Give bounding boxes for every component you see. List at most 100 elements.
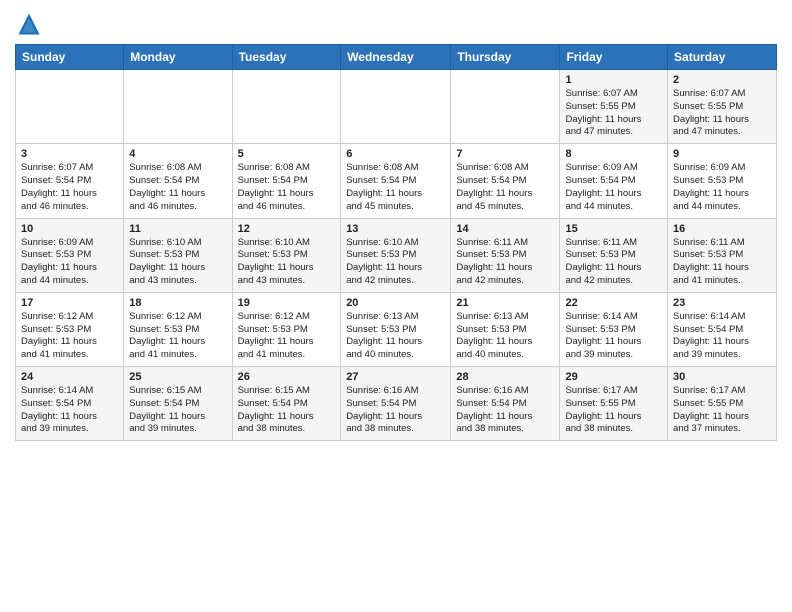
calendar-cell: 22 Sunrise: 6:14 AM Sunset: 5:53 PM Dayli… bbox=[560, 292, 668, 366]
logo-icon bbox=[15, 10, 43, 38]
calendar-cell: 7 Sunrise: 6:08 AM Sunset: 5:54 PM Daylig… bbox=[451, 144, 560, 218]
day-info: Sunrise: 6:15 AM Sunset: 5:54 PM Dayligh… bbox=[238, 385, 336, 436]
calendar-cell: 23Sunrise: 6:14 AM Sunset: 5:54 PM Dayli… bbox=[668, 292, 777, 366]
calendar-cell: 2 Sunrise: 6:07 AM Sunset: 5:55 PM Daylig… bbox=[668, 70, 777, 144]
day-number: 3 bbox=[21, 148, 118, 160]
calendar-cell bbox=[451, 70, 560, 144]
day-info: Sunrise: 6:07 AM Sunset: 5:55 PM Dayligh… bbox=[673, 88, 771, 139]
calendar-cell: 28Sunrise: 6:16 AM Sunset: 5:54 PM Dayli… bbox=[451, 367, 560, 441]
day-info: Sunrise: 6:17 AM Sunset: 5:55 PM Dayligh… bbox=[565, 385, 662, 436]
calendar-cell: 3 Sunrise: 6:07 AM Sunset: 5:54 PM Daylig… bbox=[16, 144, 124, 218]
calendar-week-row: 17 Sunrise: 6:12 AM Sunset: 5:53 PM Dayli… bbox=[16, 292, 777, 366]
calendar-cell: 8 Sunrise: 6:09 AM Sunset: 5:54 PM Daylig… bbox=[560, 144, 668, 218]
calendar-cell: 29 Sunrise: 6:17 AM Sunset: 5:55 PM Dayli… bbox=[560, 367, 668, 441]
day-number: 9 bbox=[673, 148, 771, 160]
calendar-day-header: Thursday bbox=[451, 45, 560, 70]
calendar-cell: 17 Sunrise: 6:12 AM Sunset: 5:53 PM Dayli… bbox=[16, 292, 124, 366]
calendar-header-row: SundayMondayTuesdayWednesdayThursdayFrid… bbox=[16, 45, 777, 70]
day-info: Sunrise: 6:10 AM Sunset: 5:53 PM Dayligh… bbox=[129, 237, 226, 288]
day-number: 24 bbox=[21, 371, 118, 383]
day-info: Sunrise: 6:08 AM Sunset: 5:54 PM Dayligh… bbox=[456, 162, 554, 213]
day-info: Sunrise: 6:07 AM Sunset: 5:54 PM Dayligh… bbox=[21, 162, 118, 213]
day-number: 18 bbox=[129, 297, 226, 309]
day-number: 22 bbox=[565, 297, 662, 309]
calendar-cell bbox=[341, 70, 451, 144]
day-number: 30 bbox=[673, 371, 771, 383]
calendar-cell: 26 Sunrise: 6:15 AM Sunset: 5:54 PM Dayli… bbox=[232, 367, 341, 441]
day-info: Sunrise: 6:12 AM Sunset: 5:53 PM Dayligh… bbox=[21, 311, 118, 362]
page: SundayMondayTuesdayWednesdayThursdayFrid… bbox=[0, 0, 792, 451]
day-number: 21 bbox=[456, 297, 554, 309]
day-number: 10 bbox=[21, 223, 118, 235]
calendar-cell: 21Sunrise: 6:13 AM Sunset: 5:53 PM Dayli… bbox=[451, 292, 560, 366]
calendar-cell: 11 Sunrise: 6:10 AM Sunset: 5:53 PM Dayli… bbox=[124, 218, 232, 292]
day-number: 13 bbox=[346, 223, 445, 235]
day-info: Sunrise: 6:11 AM Sunset: 5:53 PM Dayligh… bbox=[565, 237, 662, 288]
day-number: 12 bbox=[238, 223, 336, 235]
day-info: Sunrise: 6:07 AM Sunset: 5:55 PM Dayligh… bbox=[565, 88, 662, 139]
day-number: 6 bbox=[346, 148, 445, 160]
day-info: Sunrise: 6:09 AM Sunset: 5:53 PM Dayligh… bbox=[673, 162, 771, 213]
calendar-week-row: 1 Sunrise: 6:07 AM Sunset: 5:55 PM Daylig… bbox=[16, 70, 777, 144]
day-number: 1 bbox=[565, 74, 662, 86]
day-number: 26 bbox=[238, 371, 336, 383]
day-number: 27 bbox=[346, 371, 445, 383]
day-number: 20 bbox=[346, 297, 445, 309]
day-number: 2 bbox=[673, 74, 771, 86]
day-info: Sunrise: 6:08 AM Sunset: 5:54 PM Dayligh… bbox=[346, 162, 445, 213]
calendar-cell: 10 Sunrise: 6:09 AM Sunset: 5:53 PM Dayli… bbox=[16, 218, 124, 292]
day-info: Sunrise: 6:11 AM Sunset: 5:53 PM Dayligh… bbox=[673, 237, 771, 288]
day-info: Sunrise: 6:13 AM Sunset: 5:53 PM Dayligh… bbox=[346, 311, 445, 362]
day-info: Sunrise: 6:09 AM Sunset: 5:54 PM Dayligh… bbox=[565, 162, 662, 213]
calendar-table: SundayMondayTuesdayWednesdayThursdayFrid… bbox=[15, 44, 777, 441]
calendar-cell: 12 Sunrise: 6:10 AM Sunset: 5:53 PM Dayli… bbox=[232, 218, 341, 292]
logo bbox=[15, 10, 47, 38]
day-info: Sunrise: 6:16 AM Sunset: 5:54 PM Dayligh… bbox=[346, 385, 445, 436]
day-number: 25 bbox=[129, 371, 226, 383]
day-info: Sunrise: 6:14 AM Sunset: 5:53 PM Dayligh… bbox=[565, 311, 662, 362]
calendar-cell bbox=[16, 70, 124, 144]
day-info: Sunrise: 6:08 AM Sunset: 5:54 PM Dayligh… bbox=[129, 162, 226, 213]
day-info: Sunrise: 6:12 AM Sunset: 5:53 PM Dayligh… bbox=[238, 311, 336, 362]
calendar-week-row: 10 Sunrise: 6:09 AM Sunset: 5:53 PM Dayli… bbox=[16, 218, 777, 292]
calendar-cell bbox=[124, 70, 232, 144]
calendar-cell: 5 Sunrise: 6:08 AM Sunset: 5:54 PM Daylig… bbox=[232, 144, 341, 218]
calendar-cell bbox=[232, 70, 341, 144]
calendar-cell: 24Sunrise: 6:14 AM Sunset: 5:54 PM Dayli… bbox=[16, 367, 124, 441]
day-number: 5 bbox=[238, 148, 336, 160]
day-info: Sunrise: 6:10 AM Sunset: 5:53 PM Dayligh… bbox=[346, 237, 445, 288]
calendar-cell: 18 Sunrise: 6:12 AM Sunset: 5:53 PM Dayli… bbox=[124, 292, 232, 366]
day-number: 29 bbox=[565, 371, 662, 383]
day-number: 15 bbox=[565, 223, 662, 235]
calendar-day-header: Monday bbox=[124, 45, 232, 70]
calendar-day-header: Wednesday bbox=[341, 45, 451, 70]
calendar-day-header: Sunday bbox=[16, 45, 124, 70]
day-info: Sunrise: 6:12 AM Sunset: 5:53 PM Dayligh… bbox=[129, 311, 226, 362]
calendar-day-header: Tuesday bbox=[232, 45, 341, 70]
calendar-cell: 9 Sunrise: 6:09 AM Sunset: 5:53 PM Daylig… bbox=[668, 144, 777, 218]
day-number: 17 bbox=[21, 297, 118, 309]
calendar-cell: 25 Sunrise: 6:15 AM Sunset: 5:54 PM Dayli… bbox=[124, 367, 232, 441]
day-number: 7 bbox=[456, 148, 554, 160]
calendar-cell: 30 Sunrise: 6:17 AM Sunset: 5:55 PM Dayli… bbox=[668, 367, 777, 441]
day-info: Sunrise: 6:17 AM Sunset: 5:55 PM Dayligh… bbox=[673, 385, 771, 436]
day-info: Sunrise: 6:11 AM Sunset: 5:53 PM Dayligh… bbox=[456, 237, 554, 288]
calendar-cell: 16 Sunrise: 6:11 AM Sunset: 5:53 PM Dayli… bbox=[668, 218, 777, 292]
calendar-cell: 13 Sunrise: 6:10 AM Sunset: 5:53 PM Dayli… bbox=[341, 218, 451, 292]
calendar-day-header: Friday bbox=[560, 45, 668, 70]
day-number: 8 bbox=[565, 148, 662, 160]
day-info: Sunrise: 6:08 AM Sunset: 5:54 PM Dayligh… bbox=[238, 162, 336, 213]
day-info: Sunrise: 6:09 AM Sunset: 5:53 PM Dayligh… bbox=[21, 237, 118, 288]
day-number: 16 bbox=[673, 223, 771, 235]
day-info: Sunrise: 6:15 AM Sunset: 5:54 PM Dayligh… bbox=[129, 385, 226, 436]
day-info: Sunrise: 6:10 AM Sunset: 5:53 PM Dayligh… bbox=[238, 237, 336, 288]
day-number: 14 bbox=[456, 223, 554, 235]
day-number: 28 bbox=[456, 371, 554, 383]
calendar-week-row: 3 Sunrise: 6:07 AM Sunset: 5:54 PM Daylig… bbox=[16, 144, 777, 218]
day-info: Sunrise: 6:14 AM Sunset: 5:54 PM Dayligh… bbox=[673, 311, 771, 362]
day-number: 11 bbox=[129, 223, 226, 235]
calendar-cell: 1 Sunrise: 6:07 AM Sunset: 5:55 PM Daylig… bbox=[560, 70, 668, 144]
calendar-cell: 14 Sunrise: 6:11 AM Sunset: 5:53 PM Dayli… bbox=[451, 218, 560, 292]
header bbox=[15, 10, 777, 38]
day-number: 4 bbox=[129, 148, 226, 160]
